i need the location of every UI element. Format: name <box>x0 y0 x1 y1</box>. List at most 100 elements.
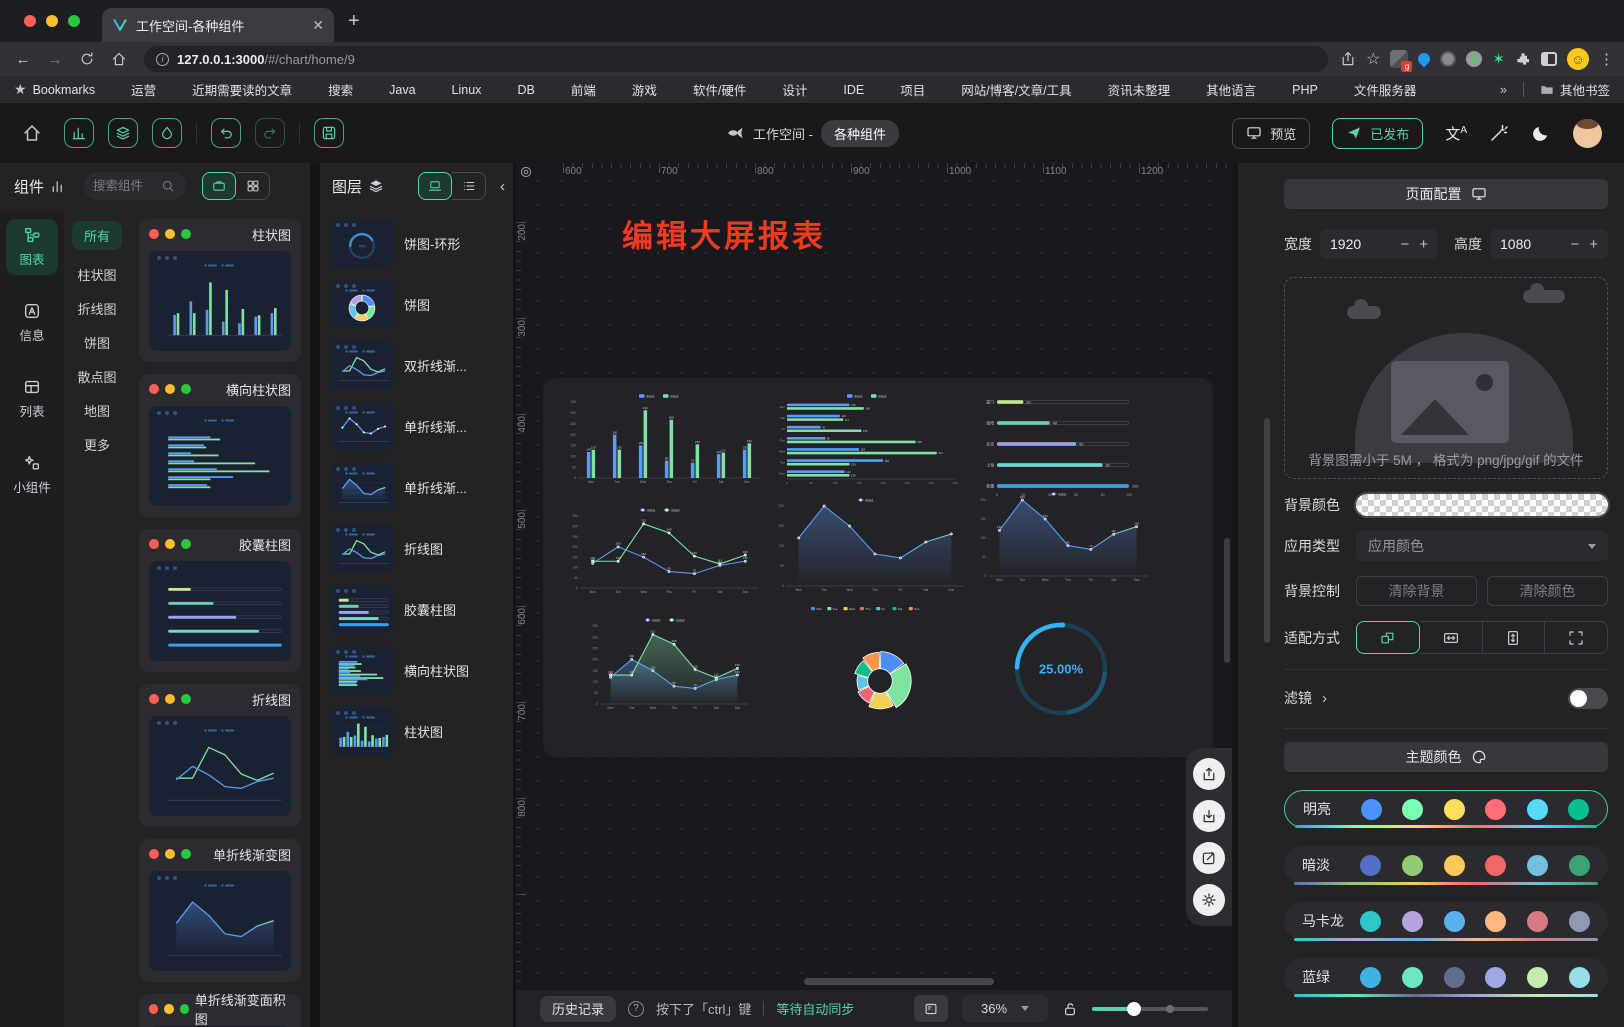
layer-item[interactable]: 胶囊柱图 <box>330 585 503 633</box>
bg-color-swatch[interactable] <box>1356 494 1608 516</box>
charts-tool-button[interactable] <box>64 118 94 148</box>
app-type-select[interactable]: 应用颜色 <box>1356 531 1608 561</box>
extension-star-icon[interactable]: ✶ <box>1492 50 1505 68</box>
theme-color-dot[interactable] <box>1569 911 1590 932</box>
category-折线图[interactable]: 折线图 <box>77 299 116 318</box>
canvas-horizontal-scrollbar[interactable] <box>804 978 994 985</box>
theme-color-dot[interactable] <box>1527 799 1548 820</box>
extension-icon[interactable]: g <box>1390 50 1408 68</box>
slider-handle[interactable] <box>1127 1002 1141 1016</box>
sidebar-tab-信息[interactable]: 信息 <box>6 295 58 351</box>
lock-icon[interactable] <box>1062 1001 1078 1017</box>
width-minus-button[interactable]: − <box>1400 236 1409 253</box>
fit-width-button[interactable] <box>1420 621 1483 654</box>
category-所有[interactable]: 所有 <box>72 221 122 250</box>
layer-item[interactable]: 双折线渐... <box>330 341 503 389</box>
bookmark-folder[interactable]: 网站/博客/文章/工具 <box>941 80 1071 99</box>
save-button[interactable] <box>314 118 344 148</box>
canvas-text-title[interactable]: 编辑大屏报表 <box>622 211 826 256</box>
back-icon[interactable]: ← <box>10 46 36 72</box>
theme-color-dot[interactable] <box>1402 967 1423 988</box>
search-input[interactable] <box>93 179 157 193</box>
height-minus-button[interactable]: − <box>1570 236 1579 253</box>
theme-color-dot[interactable] <box>1360 911 1381 932</box>
share-icon[interactable] <box>1340 51 1356 67</box>
height-plus-button[interactable]: + <box>1589 236 1598 253</box>
canvas-chart-bar2[interactable]: 0501001502002503003501201302001301503128… <box>563 392 763 488</box>
canvas-vertical-scrollbar[interactable] <box>1224 538 1230 663</box>
category-散点图[interactable]: 散点图 <box>77 367 116 386</box>
canvas-chart-area2[interactable]: 0501001502002503003501202001508070110130… <box>585 616 753 714</box>
bookmark-folder[interactable]: 游戏 <box>612 80 657 99</box>
help-icon[interactable]: ? <box>628 1001 644 1017</box>
clear-background-button[interactable]: 清除背景 <box>1356 576 1477 606</box>
width-plus-button[interactable]: + <box>1419 236 1428 253</box>
theme-color-dot[interactable] <box>1527 855 1548 876</box>
theme-color-dot[interactable] <box>1402 799 1423 820</box>
extension-circle-icon[interactable] <box>1440 51 1456 67</box>
bookmark-folder[interactable]: 项目 <box>880 80 925 99</box>
width-input[interactable]: 1920−+ <box>1320 229 1438 259</box>
browser-tab[interactable]: 工作空间-各种组件 ✕ <box>102 8 334 42</box>
bookmark-folder[interactable]: 近期需要读的文章 <box>172 80 292 99</box>
canvas-dashboard-group[interactable]: 0501001502002503003501201302001301503128… <box>543 378 1213 757</box>
undo-button[interactable] <box>211 118 241 148</box>
extensions-puzzle-icon[interactable] <box>1515 51 1531 67</box>
clear-color-button[interactable]: 清除颜色 <box>1487 576 1608 606</box>
single-view-button[interactable] <box>202 172 236 200</box>
layers-tool-button[interactable] <box>108 118 138 148</box>
fit-stretch-button[interactable] <box>1545 621 1608 654</box>
bookmark-star-icon[interactable]: ☆ <box>1366 49 1380 69</box>
category-地图[interactable]: 地图 <box>84 401 110 420</box>
bookmark-folder[interactable]: 搜索 <box>308 80 353 99</box>
filter-tool-button[interactable] <box>152 118 182 148</box>
theme-color-dot[interactable] <box>1569 967 1590 988</box>
ruler-eye-icon[interactable] <box>519 165 533 179</box>
theme-color-dot[interactable] <box>1527 911 1548 932</box>
theme-color-dot[interactable] <box>1444 799 1465 820</box>
list-view-button[interactable] <box>452 172 486 200</box>
sidebar-tab-图表[interactable]: 图表 <box>6 219 58 275</box>
layer-item[interactable]: 单折线渐... <box>330 463 503 511</box>
layout-panel-icon[interactable] <box>914 995 948 1022</box>
preview-button[interactable]: 预览 <box>1232 118 1310 149</box>
fit-auto-button[interactable] <box>1356 621 1420 654</box>
canvas-chart-line2[interactable]: 0501001502002503003501202001508070110130… <box>565 506 763 598</box>
redo-button[interactable] <box>255 118 285 148</box>
minimize-window-button[interactable] <box>46 15 58 27</box>
layer-item[interactable]: 饼图 <box>330 280 503 328</box>
bookmark-folder[interactable]: Java <box>369 80 415 99</box>
canvas-chart-hbar2[interactable]: 050100150200250300350Sun130160Sat110117F… <box>771 392 971 488</box>
collapse-panel-icon[interactable]: ‹ <box>500 178 505 195</box>
canvas-chart-capsule[interactable]: 厦门20南阳40北京60上海80新疆100020406080100 <box>975 394 1147 498</box>
bookmark-folder[interactable]: 运营 <box>111 80 156 99</box>
edit-icon[interactable] <box>1193 842 1225 874</box>
site-info-icon[interactable]: i <box>156 53 169 66</box>
bookmark-folder[interactable]: 前端 <box>551 80 596 99</box>
height-input[interactable]: 1080−+ <box>1490 229 1608 259</box>
theme-color-dot[interactable] <box>1360 967 1381 988</box>
bookmark-folder[interactable]: 其他语言 <box>1186 80 1256 99</box>
dark-mode-moon-icon[interactable] <box>1531 123 1551 143</box>
bookmark-folder[interactable]: IDE <box>823 80 864 99</box>
other-bookmarks[interactable]: 其他书签 <box>1540 80 1610 99</box>
category-更多[interactable]: 更多 <box>84 435 110 454</box>
theme-color-dot[interactable] <box>1569 855 1590 876</box>
close-window-button[interactable] <box>24 15 36 27</box>
layer-item[interactable]: 75% 饼图-环形 <box>330 219 503 267</box>
layer-item[interactable]: 单折线渐... <box>330 402 503 450</box>
component-card[interactable]: 折线图 <box>139 684 301 827</box>
sidebar-tab-列表[interactable]: 列表 <box>6 371 58 427</box>
new-tab-button[interactable]: + <box>348 10 360 33</box>
theme-color-dot[interactable] <box>1444 855 1465 876</box>
theme-color-dot[interactable] <box>1402 911 1423 932</box>
canvas-chart-line1[interactable]: 050100150200MonTueWedThuFriSatSundata1 <box>771 496 969 596</box>
theme-color-dot[interactable] <box>1444 967 1465 988</box>
component-card[interactable]: 单折线渐变图 <box>139 839 301 982</box>
export-icon[interactable] <box>1193 758 1225 790</box>
project-name-pill[interactable]: 各种组件 <box>821 120 899 147</box>
user-avatar[interactable] <box>1573 119 1602 148</box>
theme-row-暗淡[interactable]: 暗淡 <box>1284 846 1608 884</box>
theme-color-dot[interactable] <box>1361 799 1382 820</box>
panel-scrollbar[interactable] <box>1264 418 1270 643</box>
